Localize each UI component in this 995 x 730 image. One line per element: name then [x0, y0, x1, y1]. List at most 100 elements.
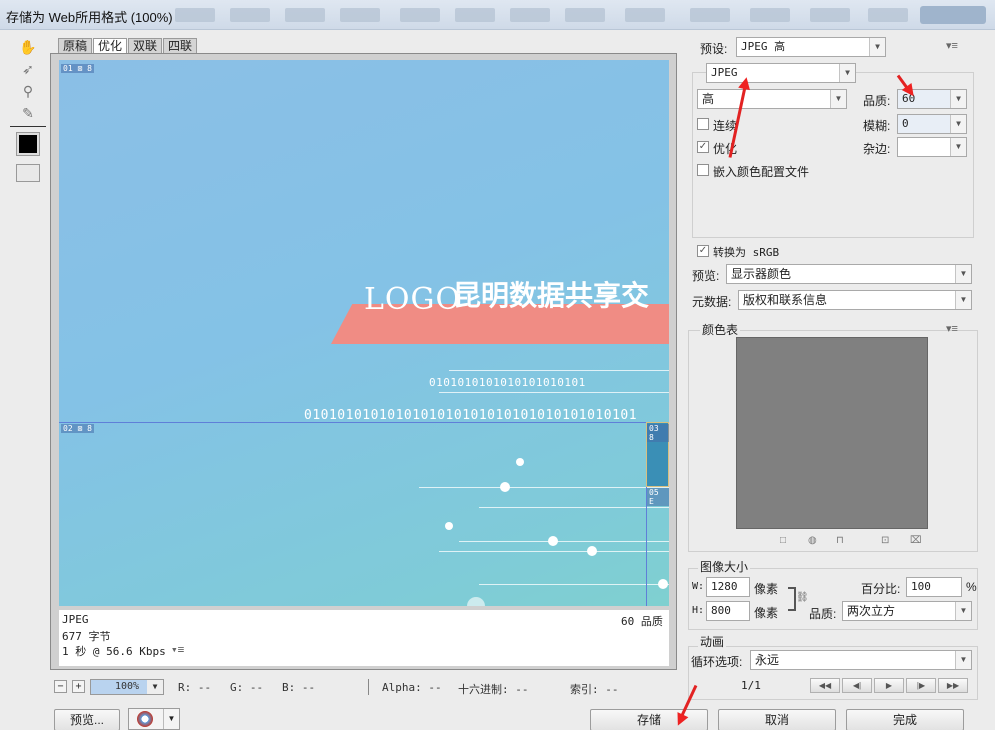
constrain-bracket [788, 587, 796, 611]
progressive-checkbox[interactable] [697, 118, 709, 130]
chevron-down-icon[interactable]: ▼ [147, 680, 163, 694]
preview-select[interactable]: 显示器颜色 ▼ [726, 264, 972, 284]
info-format: JPEG [62, 613, 89, 626]
tab-2up[interactable]: 双联 [128, 38, 163, 53]
quality-label: 品质: [863, 94, 891, 108]
slice-label-03[interactable]: 03 8 [647, 424, 669, 442]
chevron-down-icon: ▼ [869, 38, 885, 56]
percent-unit: % [966, 580, 977, 594]
cancel-button[interactable]: 取消 [718, 709, 836, 730]
eyedropper-tool-icon[interactable]: ✎ [17, 104, 39, 122]
format-select[interactable]: JPEG ▼ [706, 63, 856, 83]
zoom-in-button[interactable]: + [72, 680, 85, 693]
divider [10, 126, 46, 127]
matte-label: 杂边: [863, 142, 891, 156]
blur-field[interactable]: 0 ▼ [897, 114, 967, 134]
blurred-toolbar [340, 8, 380, 22]
map-to-transparent-icon[interactable]: □ [780, 536, 790, 546]
metadata-value: 版权和联系信息 [743, 293, 828, 307]
headline-text: 昆明数据共享交 [453, 280, 650, 311]
width-input[interactable]: 1280 [706, 577, 750, 597]
compression-value: 高 [702, 92, 715, 106]
resample-quality-label: 品质: [809, 607, 837, 621]
chevron-down-icon: ▼ [950, 115, 966, 133]
last-frame-button[interactable]: ▶▶ [938, 678, 968, 693]
loop-select[interactable]: 永远 ▼ [750, 650, 972, 670]
height-input[interactable]: 800 [706, 601, 750, 621]
binary-text: 0101010101010101010101010101010101010101 [304, 408, 638, 423]
embed-profile-label: 嵌入颜色配置文件 [713, 165, 810, 179]
status-bar: − + 100% ▼ R: -- G: -- B: -- Alpha: -- 十… [54, 679, 684, 697]
web-shift-icon[interactable]: ◍ [808, 536, 818, 546]
panel-menu-icon[interactable]: ▾≡ [946, 39, 958, 52]
readout-alpha: Alpha: -- [382, 681, 442, 694]
toggle-slices-icon[interactable] [16, 164, 40, 182]
percent-input[interactable]: 100 [906, 577, 962, 597]
blurred-toolbar [175, 8, 215, 22]
width-label: W: [692, 581, 705, 592]
new-color-icon[interactable]: ⊡ [881, 536, 891, 546]
prev-frame-button[interactable]: ◀| [842, 678, 872, 693]
divider [368, 679, 369, 695]
title-bar: 存储为 Web所用格式 (100%) [0, 0, 995, 30]
optimized-checkbox[interactable]: ✓ [697, 141, 709, 153]
lock-color-icon[interactable]: ⊓ [836, 536, 846, 546]
format-value: JPEG [711, 66, 738, 79]
readout-r: R: -- [178, 681, 212, 694]
blurred-toolbar [750, 8, 790, 22]
zoom-out-button[interactable]: − [54, 680, 67, 693]
preview-label: 预览: [692, 269, 720, 283]
chevron-down-icon: ▼ [955, 291, 971, 309]
info-quality: 60 品质 [621, 615, 663, 628]
convert-srgb-checkbox[interactable]: ✓ [697, 245, 709, 257]
slice-select-tool-icon[interactable]: ➶ [17, 60, 39, 78]
loop-label: 循环选项: [691, 655, 743, 669]
browser-select-button[interactable]: ▼ [128, 708, 180, 730]
window-title: 存储为 Web所用格式 (100%) [6, 10, 173, 25]
color-table-swatch[interactable] [736, 337, 928, 529]
tab-original[interactable]: 原稿 [58, 38, 93, 53]
close-button[interactable] [920, 6, 986, 24]
decor-line [479, 507, 669, 508]
matte-select[interactable]: ▼ [897, 137, 967, 157]
logo-text: LOGO [364, 282, 462, 317]
play-button[interactable]: ▶ [874, 678, 904, 693]
resample-select[interactable]: 两次立方 ▼ [842, 601, 972, 621]
readout-hex: 十六进制: -- [458, 683, 529, 696]
tab-4up[interactable]: 四联 [163, 38, 198, 53]
embed-profile-checkbox[interactable] [697, 164, 709, 176]
blur-label: 模糊: [863, 119, 891, 133]
info-menu-icon[interactable]: ▾≡ [171, 643, 184, 656]
color-table-menu-icon[interactable]: ▾≡ [946, 322, 958, 335]
tab-optimized[interactable]: 优化 [93, 38, 128, 53]
trash-icon[interactable]: ⌧ [910, 536, 922, 546]
preview-button[interactable]: 预览... [54, 709, 120, 730]
slice-label-01[interactable]: 01 ⊠ 8 [61, 64, 94, 73]
readout-g: G: -- [230, 681, 264, 694]
decor-line [419, 487, 669, 488]
percent-label: 百分比: [861, 582, 901, 596]
done-button[interactable]: 完成 [846, 709, 964, 730]
first-frame-button[interactable]: ◀◀ [810, 678, 840, 693]
preset-select[interactable]: JPEG 高 ▼ [736, 37, 886, 57]
image-preview[interactable]: 01 ⊠ 8 02 ⊠ 8 LOGO 昆明数据共享交 0101010101010… [59, 60, 669, 606]
blurred-toolbar [868, 8, 908, 22]
compression-select[interactable]: 高 ▼ [697, 89, 847, 109]
chevron-down-icon: ▼ [955, 602, 971, 620]
binary-text: 0101010101010101010101 [429, 376, 586, 389]
chain-link-icon[interactable]: ⛓ [796, 592, 809, 603]
view-tabs: 原稿 优化 双联 四联 [58, 38, 198, 54]
decor-dot [658, 579, 668, 589]
decor-line [449, 370, 669, 371]
zoom-tool-icon[interactable]: ⚲ [17, 82, 39, 100]
slice-label-02[interactable]: 02 ⊠ 8 [61, 424, 94, 433]
chevron-down-icon: ▼ [955, 265, 971, 283]
slice-label-05[interactable]: 05 E [647, 488, 669, 506]
eyedropper-color-swatch[interactable] [16, 132, 40, 156]
metadata-select[interactable]: 版权和联系信息 ▼ [738, 290, 972, 310]
save-button[interactable]: 存储 [590, 709, 708, 730]
next-frame-button[interactable]: |▶ [906, 678, 936, 693]
blurred-toolbar [400, 8, 440, 22]
hand-tool-icon[interactable]: ✋ [17, 38, 39, 56]
settings-panel: 预设: JPEG 高▼ ▾≡ JPEG▼ 高▼ 品质: 60▼ 连续 模糊: 0… [684, 34, 990, 702]
